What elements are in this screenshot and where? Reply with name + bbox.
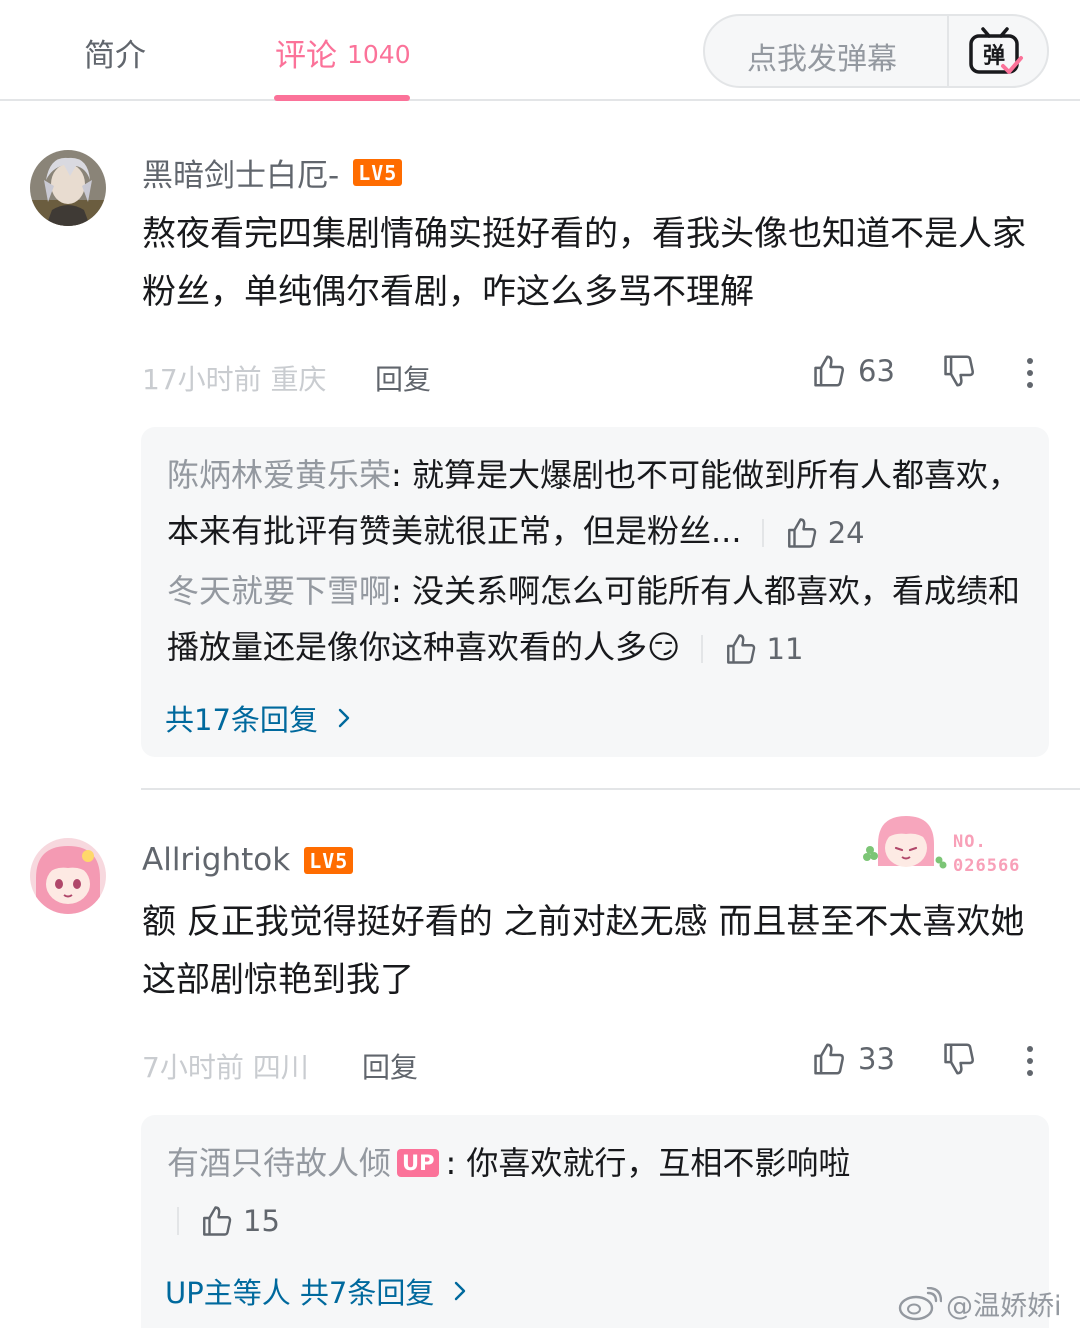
view-more-replies[interactable]: UP主等人 共7条回复 (165, 1270, 468, 1312)
tab-comments-count: 1040 (347, 40, 411, 69)
more-options-icon[interactable] (1018, 1040, 1042, 1080)
more-options-icon[interactable] (1018, 352, 1042, 392)
reply-button[interactable]: 回复 (362, 1046, 418, 1086)
comment-text: 额 反正我觉得挺好看的 之前对赵无感 而且甚至不太喜欢她 这部剧惊艳到我了 (142, 902, 1025, 1000)
username[interactable]: 黑暗剑士白厄- (142, 150, 339, 195)
reply-like-count: 24 (827, 516, 865, 550)
level-badge: LV5 (304, 846, 354, 874)
tab-intro[interactable]: 简介 (84, 30, 146, 75)
thumbs-up-icon (814, 355, 844, 387)
reply-username[interactable]: 有酒只待故人倾 (167, 1144, 391, 1182)
danmaku-toggle-icon[interactable]: 弹 (967, 26, 1025, 78)
thumbs-up-icon (814, 1043, 844, 1075)
username-row: 黑暗剑士白厄- LV5 (142, 150, 403, 195)
tab-active-indicator (274, 95, 410, 101)
reply-like-button[interactable]: 11 (700, 621, 804, 677)
danmaku-input[interactable]: 点我发弹幕 弹 (703, 14, 1049, 88)
fan-badge-character-icon (863, 816, 947, 869)
more-replies-label: UP主等人 共7条回复 (165, 1276, 435, 1310)
fan-badge[interactable]: NO. 026566 (862, 810, 1047, 880)
tab-bar: 简介 评论 1040 点我发弹幕 弹 (0, 0, 1080, 101)
more-replies-label: 共17条回复 (165, 703, 318, 737)
separator (700, 635, 703, 663)
comment-meta: 17小时前 重庆 回复 63 (142, 352, 1047, 396)
reply-item[interactable]: 陈炳林爱黄乐荣: 就算是大爆剧也不可能做到所有人都喜欢，本来有批评有赞美就很正常… (167, 447, 1037, 561)
danmaku-placeholder: 点我发弹幕 (747, 42, 897, 77)
separator (761, 519, 764, 547)
thumbs-up-icon (726, 634, 755, 664)
dislike-button[interactable] (940, 352, 978, 390)
like-count: 33 (858, 1042, 895, 1076)
danmaku-divider (947, 16, 949, 86)
view-more-replies[interactable]: 共17条回复 (165, 697, 352, 739)
thumbs-up-icon (787, 518, 816, 548)
reply-like-count: 15 (243, 1204, 280, 1238)
comment-divider (141, 788, 1080, 790)
username-row: Allrightok LV5 (142, 840, 354, 880)
up-badge: UP (397, 1149, 440, 1177)
comment-meta: 7小时前 四川 回复 33 (142, 1040, 1047, 1084)
reply-item[interactable]: 有酒只待故人倾 UP: 你喜欢就行，互相不影响啦 15 (167, 1135, 887, 1249)
reply-like-count: 11 (766, 632, 804, 666)
weibo-logo-icon (898, 1286, 942, 1320)
timestamp-location: 17小时前 重庆 (142, 363, 327, 396)
smirk-emoji: 😏 (647, 628, 681, 666)
like-button[interactable]: 63 (810, 352, 895, 390)
watermark-text: @温娇娇i (946, 1291, 1062, 1322)
reply-preview-box: 陈炳林爱黄乐荣: 就算是大爆剧也不可能做到所有人都喜欢，本来有批评有赞美就很正常… (141, 427, 1049, 757)
dislike-button[interactable] (940, 1040, 978, 1078)
thumbs-down-icon (944, 1043, 974, 1075)
reply-like-button[interactable]: 24 (761, 505, 865, 561)
reply-username[interactable]: 陈炳林爱黄乐荣 (167, 456, 391, 494)
avatar[interactable] (30, 838, 106, 914)
thumbs-up-icon (203, 1206, 232, 1236)
tab-comments-label: 评论 (275, 38, 337, 74)
like-button[interactable]: 33 (810, 1040, 895, 1078)
level-badge: LV5 (353, 158, 403, 186)
reply-button[interactable]: 回复 (375, 358, 431, 398)
username[interactable]: Allrightok (142, 842, 290, 878)
weibo-watermark: @温娇娇i (898, 1284, 1062, 1323)
timestamp-location: 7小时前 四川 (142, 1051, 309, 1084)
avatar[interactable] (30, 150, 106, 226)
reply-text: : 你喜欢就行，互相不影响啦 (445, 1144, 851, 1182)
reply-like-button[interactable]: 15 (177, 1193, 280, 1249)
thumbs-down-icon (944, 355, 974, 387)
chevron-right-icon (338, 708, 350, 728)
reply-username[interactable]: 冬天就要下雪啊 (167, 572, 391, 610)
like-count: 63 (858, 354, 895, 388)
chevron-right-icon (455, 1281, 466, 1301)
reply-item[interactable]: 冬天就要下雪啊: 没关系啊怎么可能所有人都喜欢，看成绩和播放量还是像你这种喜欢看… (167, 563, 1037, 677)
tab-comments[interactable]: 评论 1040 (275, 30, 411, 75)
fan-badge-number: NO. 026566 (953, 832, 1021, 876)
comment-text: 熬夜看完四集剧情确实挺好看的，看我头像也知道不是人家粉丝，单纯偶尔看剧，咋这么多… (142, 214, 1026, 312)
separator (177, 1207, 179, 1235)
